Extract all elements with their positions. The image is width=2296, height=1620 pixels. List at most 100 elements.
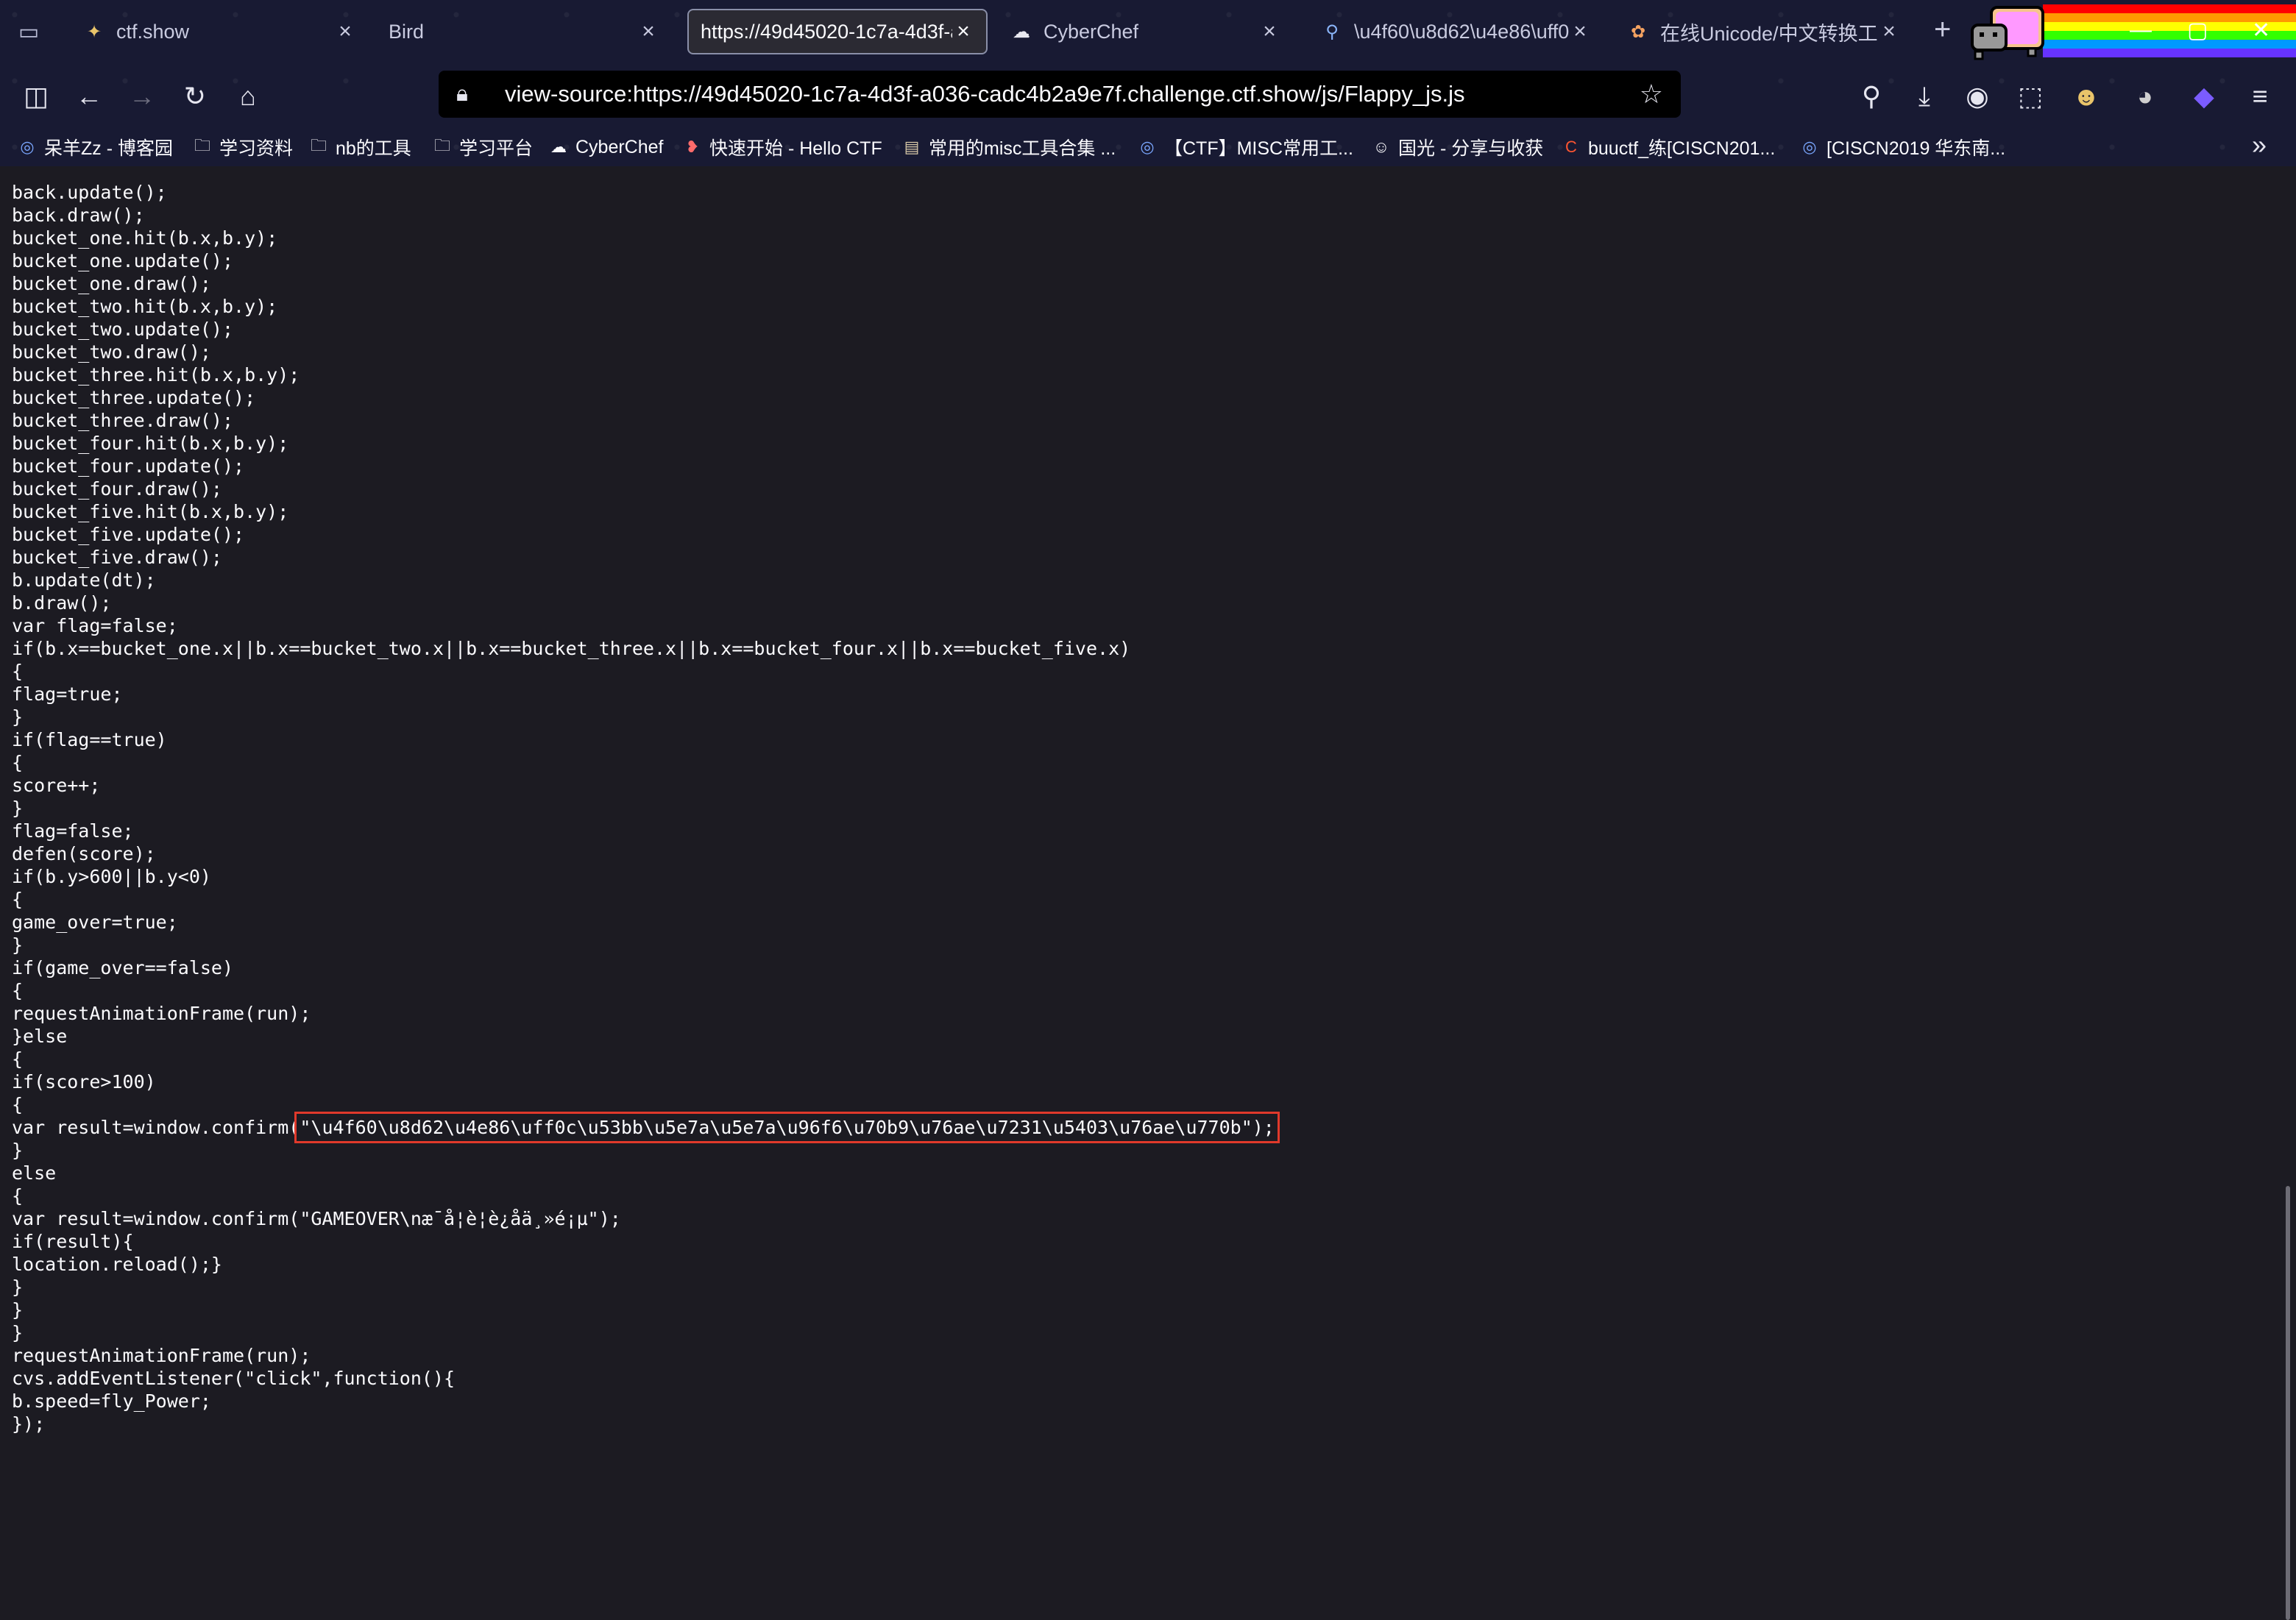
bookmark-item[interactable]: ◎ 【CTF】MISC常用工... xyxy=(1136,132,1353,162)
source-line: bucket_three.hit(b.x,b.y); xyxy=(12,364,300,386)
url-bar[interactable]: 🔒︎ view-source:https://49d45020-1c7a-4d3… xyxy=(439,71,1681,118)
bookmark-item[interactable]: C buuctf_练[CISCN201... xyxy=(1560,132,1775,162)
scrollbar[interactable] xyxy=(2286,1186,2290,1620)
avatar-icon: ☺ xyxy=(1372,138,1390,156)
back-button[interactable]: ← xyxy=(71,78,107,115)
source-line: { xyxy=(12,980,24,1001)
maximize-button[interactable]: ▢ xyxy=(2187,18,2208,43)
lock-icon[interactable]: 🔒︎ xyxy=(456,82,486,107)
sidebar-toggle-icon[interactable]: ◫ xyxy=(18,78,54,115)
bookmark-folder[interactable]: 🗀︎ 学习平台 xyxy=(431,132,533,162)
menu-icon[interactable]: ≡ xyxy=(2242,78,2278,115)
hello-ctf-icon: ❥ xyxy=(685,138,700,156)
folder-icon: 🗀︎ xyxy=(194,136,210,154)
source-line: flag=true; xyxy=(12,683,123,705)
bookmark-star-icon[interactable]: ☆ xyxy=(1640,79,1663,110)
home-button[interactable]: ⌂ xyxy=(230,78,266,115)
source-line: if(flag==true) xyxy=(12,729,167,750)
source-line: }); xyxy=(12,1413,46,1435)
bookmark-item[interactable]: ▤ 常用的misc工具合集 ... xyxy=(901,132,1116,162)
blog-icon: ◎ xyxy=(1140,138,1155,156)
blog-icon: ◎ xyxy=(20,138,35,156)
tab-ctfshow[interactable]: ✦ ctf.show × xyxy=(71,9,368,54)
search-icon[interactable]: ⚲ xyxy=(1853,78,1890,115)
chef-hat-icon: ☁ xyxy=(550,138,567,156)
source-line: bucket_one.draw(); xyxy=(12,273,211,294)
close-icon[interactable]: × xyxy=(1878,19,1900,44)
view-source-content: back.update(); back.draw(); bucket_one.hit… xyxy=(0,166,2296,1620)
hackbar-extension-icon[interactable]: ☻ xyxy=(2068,78,2105,115)
account-icon[interactable]: ◉ xyxy=(1959,78,1996,115)
source-line: { xyxy=(12,1185,24,1207)
source-line: back.update(); xyxy=(12,182,167,203)
source-line: } xyxy=(12,1276,24,1298)
extension-gem-icon[interactable]: ◆ xyxy=(2186,78,2222,115)
folder-icon: 🗀︎ xyxy=(433,136,450,154)
source-line: if(score>100) xyxy=(12,1071,156,1093)
extensions-icon[interactable]: ⬚ xyxy=(2012,78,2049,115)
bookmark-item[interactable]: ◎ 呆羊Zz - 博客园 xyxy=(16,132,173,162)
reload-button[interactable]: ↻ xyxy=(177,78,213,115)
source-line: bucket_three.draw(); xyxy=(12,410,234,431)
source-line: score++; xyxy=(12,775,101,796)
tab-overview-icon[interactable]: ▭ xyxy=(10,15,47,49)
source-line: else xyxy=(12,1162,57,1184)
source-line: var result=window.confirm("GAMEOVER\næ¯å… xyxy=(12,1208,621,1229)
tab-strip: ▭ ✦ ctf.show × Bird × https://49d45020-1… xyxy=(0,0,2296,63)
new-tab-button[interactable]: + xyxy=(1934,13,1951,46)
source-line: defen(score); xyxy=(12,843,156,864)
source-line: bucket_four.hit(b.x,b.y); xyxy=(12,433,289,454)
tab-cyberchef[interactable]: ☁ CyberChef × xyxy=(998,9,1292,54)
bookmark-item[interactable]: ☁ CyberChef xyxy=(548,132,664,162)
tab-active-source[interactable]: https://49d45020-1c7a-4d3f-a × xyxy=(687,9,988,54)
source-line: b.update(dt); xyxy=(12,569,156,591)
source-line: cvs.addEventListener("click",function(){ xyxy=(12,1368,456,1389)
highlighted-unicode-string: "\u4f60\u8d62\u4e86\uff0c\u53bb\u5e7a\u5… xyxy=(294,1112,1280,1143)
url-text[interactable]: view-source:https://49d45020-1c7a-4d3f-a… xyxy=(505,81,1640,107)
tab-unicode-search[interactable]: ⚲ \u4f60\u8d62\u4e86\uff0c × xyxy=(1308,9,1603,54)
source-line: var result=window.confirm("\u4f60\u8d62\… xyxy=(12,1112,1280,1143)
folder-icon: 🗀︎ xyxy=(310,136,327,154)
source-line: if(game_over==false) xyxy=(12,957,234,978)
minimize-button[interactable]: — xyxy=(2130,18,2152,43)
bookmark-item[interactable]: ☺ 国光 - 分享与收获 xyxy=(1370,132,1543,162)
forward-button[interactable]: → xyxy=(124,78,160,115)
search-icon: ⚲ xyxy=(1325,21,1339,42)
source-line: } xyxy=(12,934,24,956)
tab-bird[interactable]: Bird × xyxy=(377,9,671,54)
source-line: { xyxy=(12,889,24,910)
source-line: b.draw(); xyxy=(12,592,112,614)
close-icon[interactable]: × xyxy=(637,19,659,44)
ctfshow-icon: ✦ xyxy=(86,21,102,42)
source-line: bucket_two.hit(b.x,b.y); xyxy=(12,296,278,317)
bookmarks-overflow-icon[interactable]: » xyxy=(2252,129,2267,160)
close-icon[interactable]: × xyxy=(952,19,974,44)
close-icon[interactable]: × xyxy=(334,19,356,44)
browser-chrome: ▭ ✦ ctf.show × Bird × https://49d45020-1… xyxy=(0,0,2296,166)
bookmark-folder[interactable]: 🗀︎ nb的工具 xyxy=(308,132,411,162)
source-line: bucket_one.update(); xyxy=(12,250,234,271)
bookmark-item[interactable]: ❥ 快速开始 - Hello CTF xyxy=(681,132,882,162)
source-line: b.speed=fly_Power; xyxy=(12,1390,211,1412)
source-line: if(b.y>600||b.y<0) xyxy=(12,866,211,887)
source-line: location.reload();} xyxy=(12,1254,222,1275)
tab-unicode-tool[interactable]: ✿ 在线Unicode/中文转换工具 × xyxy=(1615,9,1912,54)
close-window-button[interactable]: ✕ xyxy=(2252,18,2270,43)
bookmark-item[interactable]: ◎ [CISCN2019 华东南... xyxy=(1799,132,2005,162)
downloads-icon[interactable]: ⤓ xyxy=(1906,78,1943,115)
source-line: bucket_one.hit(b.x,b.y); xyxy=(12,227,278,249)
nyan-cat-icon xyxy=(1971,6,2044,60)
source-line: flag=false; xyxy=(12,820,134,842)
source-line: }else xyxy=(12,1026,68,1047)
source-line: } xyxy=(12,706,24,728)
source-line: bucket_two.update(); xyxy=(12,319,234,340)
bookmark-folder[interactable]: 🗀︎ 学习资料 xyxy=(191,132,293,162)
close-icon[interactable]: × xyxy=(1258,19,1280,44)
close-icon[interactable]: × xyxy=(1569,19,1591,44)
extension-avatar-icon[interactable]: ◕ xyxy=(2127,78,2164,115)
source-line: bucket_four.draw(); xyxy=(12,478,222,500)
source-line: { xyxy=(12,752,24,773)
source-line: } xyxy=(12,797,24,819)
source-line: requestAnimationFrame(run); xyxy=(12,1345,311,1366)
source-line: bucket_five.update(); xyxy=(12,524,245,545)
